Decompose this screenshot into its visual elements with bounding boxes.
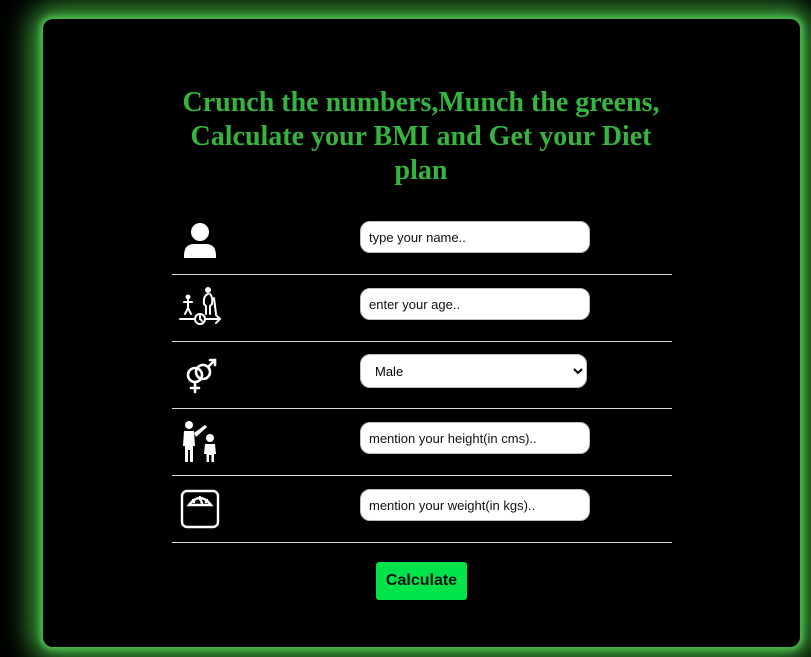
page-title: Crunch the numbers,Munch the greens, Cal… (182, 87, 660, 186)
weight-input[interactable] (360, 489, 590, 521)
gender-select[interactable]: Male (360, 354, 587, 388)
gender-row: Male (172, 342, 672, 409)
age-row (172, 275, 672, 342)
name-row (172, 208, 672, 275)
height-input[interactable] (360, 422, 590, 454)
height-measure-icon (178, 420, 222, 464)
weighing-scale-icon (178, 488, 222, 532)
name-input[interactable] (360, 221, 590, 253)
height-row (172, 409, 672, 476)
calculate-button[interactable]: Calculate (376, 562, 467, 600)
age-input[interactable] (360, 288, 590, 320)
bmi-form: Male (172, 208, 672, 543)
age-progression-icon (178, 284, 222, 328)
weight-row (172, 476, 672, 543)
person-icon (178, 220, 222, 264)
gender-symbol-icon (178, 353, 222, 397)
